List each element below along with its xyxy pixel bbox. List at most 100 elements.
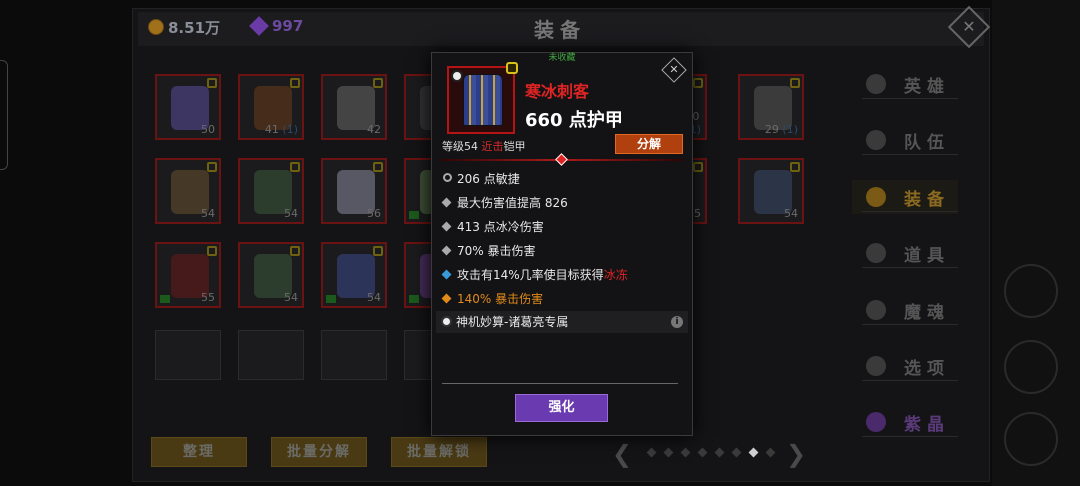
lock-icon	[373, 246, 383, 256]
equipment-slot[interactable]: 42	[321, 74, 387, 140]
menu-item-options[interactable]: 选项	[862, 351, 958, 381]
orange-diamond-icon	[441, 293, 452, 304]
stat-text: 70% 暴击伤害	[457, 244, 536, 258]
level-number: 54	[784, 207, 798, 220]
menu-label: 紫晶	[904, 415, 950, 435]
stat-line: 206 点敏捷	[441, 169, 520, 189]
side-menu-icon[interactable]	[1004, 412, 1058, 466]
side-drawer-handle[interactable]	[0, 60, 8, 170]
level-number: 54	[284, 291, 298, 304]
equipment-slot[interactable]: 50	[155, 74, 221, 140]
item-level: 55	[201, 291, 215, 304]
stat-text: 413 点冰冷伤害	[457, 220, 544, 234]
item-level: 42	[367, 123, 381, 136]
lock-icon	[290, 78, 300, 88]
gem-amount: 997	[272, 17, 304, 35]
refresh-icon	[443, 173, 452, 182]
menu-label: 道具	[904, 246, 950, 266]
menu-item-hero[interactable]: 英雄	[862, 69, 958, 99]
empty-slot[interactable]	[238, 330, 304, 380]
prev-page-button[interactable]: ❮	[612, 440, 632, 468]
equipment-slot[interactable]: 54	[238, 242, 304, 308]
item-level: 50	[201, 123, 215, 136]
menu-label: 英雄	[904, 77, 950, 97]
book-icon	[160, 295, 170, 303]
lock-icon	[373, 162, 383, 172]
level-number: 54	[284, 207, 298, 220]
diamond-bullet-icon	[441, 197, 452, 208]
bag-icon	[866, 243, 886, 263]
side-hero-icon[interactable]	[1004, 264, 1058, 318]
lock-icon	[290, 162, 300, 172]
divider-line	[442, 383, 678, 384]
yin-yang-icon	[451, 70, 463, 82]
item-level: 56	[367, 207, 381, 220]
stat-text: 206 点敏捷	[457, 172, 520, 186]
item-level: 54	[367, 291, 381, 304]
enhance-button[interactable]: 强化	[515, 394, 608, 422]
book-icon	[326, 295, 336, 303]
equipment-slot[interactable]: 54	[321, 242, 387, 308]
equipment-slot[interactable]: 54	[155, 158, 221, 224]
book-icon	[409, 295, 419, 303]
equipment-slot[interactable]: 29 (1)	[738, 74, 804, 140]
menu-item-team[interactable]: 队伍	[862, 125, 958, 155]
page-title: 装备	[534, 18, 586, 42]
diamond-bullet-icon	[441, 245, 452, 256]
equipment-slot[interactable]: 54	[238, 158, 304, 224]
empty-slot[interactable]	[155, 330, 221, 380]
menu-item-souls[interactable]: 魔魂	[862, 295, 958, 325]
decompose-button[interactable]: 分解	[615, 134, 683, 154]
side-potion-icon[interactable]	[1004, 340, 1058, 394]
menu-item-amethyst[interactable]: 紫晶	[862, 407, 958, 437]
set-name: 神机妙算-诸葛亮专属	[456, 315, 569, 329]
lock-icon	[207, 78, 217, 88]
equipment-slot[interactable]: 41 (1)	[238, 74, 304, 140]
next-page-button[interactable]: ❯	[786, 440, 806, 468]
stat-text: 140% 暴击伤害	[457, 292, 544, 306]
lock-icon	[790, 162, 800, 172]
stat-text: 最大伤害值提高 826	[457, 196, 568, 210]
item-level: 54	[201, 207, 215, 220]
gold-amount: 8.51万	[168, 19, 221, 37]
lock-icon[interactable]	[506, 62, 518, 74]
stat-line: 70% 暴击伤害	[441, 241, 536, 261]
sort-button[interactable]: 整理	[151, 437, 247, 467]
item-level: 54	[284, 207, 298, 220]
book-icon	[409, 211, 419, 219]
level-extra: (1)	[782, 123, 798, 136]
menu-label: 选项	[904, 359, 950, 379]
equipment-slot[interactable]: 56	[321, 158, 387, 224]
item-level: 41 (1)	[265, 123, 298, 136]
level-number: 42	[367, 123, 381, 136]
helmet-icon	[866, 187, 886, 207]
yin-yang-icon	[441, 316, 452, 327]
level-number: 41	[264, 123, 283, 136]
item-name: 寒冰刺客	[525, 82, 590, 101]
armor-shirt-icon	[463, 74, 503, 126]
batch-decompose-button[interactable]: 批量分解	[271, 437, 367, 467]
empty-slot[interactable]	[321, 330, 387, 380]
batch-unlock-button[interactable]: 批量解锁	[391, 437, 487, 467]
stat-line: 413 点冰冷伤害	[441, 217, 544, 237]
info-icon[interactable]: i	[671, 316, 683, 328]
stat-line-proc: 攻击有14%几率使目标获得冰冻	[441, 265, 628, 285]
close-icon: ✕	[669, 63, 679, 76]
item-level: 54	[284, 291, 298, 304]
gear-icon	[866, 356, 886, 376]
item-armor-value: 660 点护甲	[525, 110, 623, 131]
lock-icon	[693, 78, 703, 88]
equipment-slot[interactable]: 54	[738, 158, 804, 224]
collect-status-badge[interactable]: 未收藏	[538, 52, 586, 64]
menu-item-items[interactable]: 道具	[862, 238, 958, 268]
stat-line-bonus: 140% 暴击伤害	[441, 289, 543, 309]
lock-icon	[693, 162, 703, 172]
item-level-line: 等级54 近击铠甲	[442, 138, 526, 154]
lock-icon	[207, 162, 217, 172]
equipment-slot[interactable]: 55	[155, 242, 221, 308]
item-level: 29 (1)	[765, 123, 798, 136]
level-number: 56	[367, 207, 381, 220]
menu-item-equipment[interactable]: 装备	[862, 182, 958, 212]
level-extra: (1)	[282, 123, 298, 136]
level-number: 54	[367, 291, 381, 304]
